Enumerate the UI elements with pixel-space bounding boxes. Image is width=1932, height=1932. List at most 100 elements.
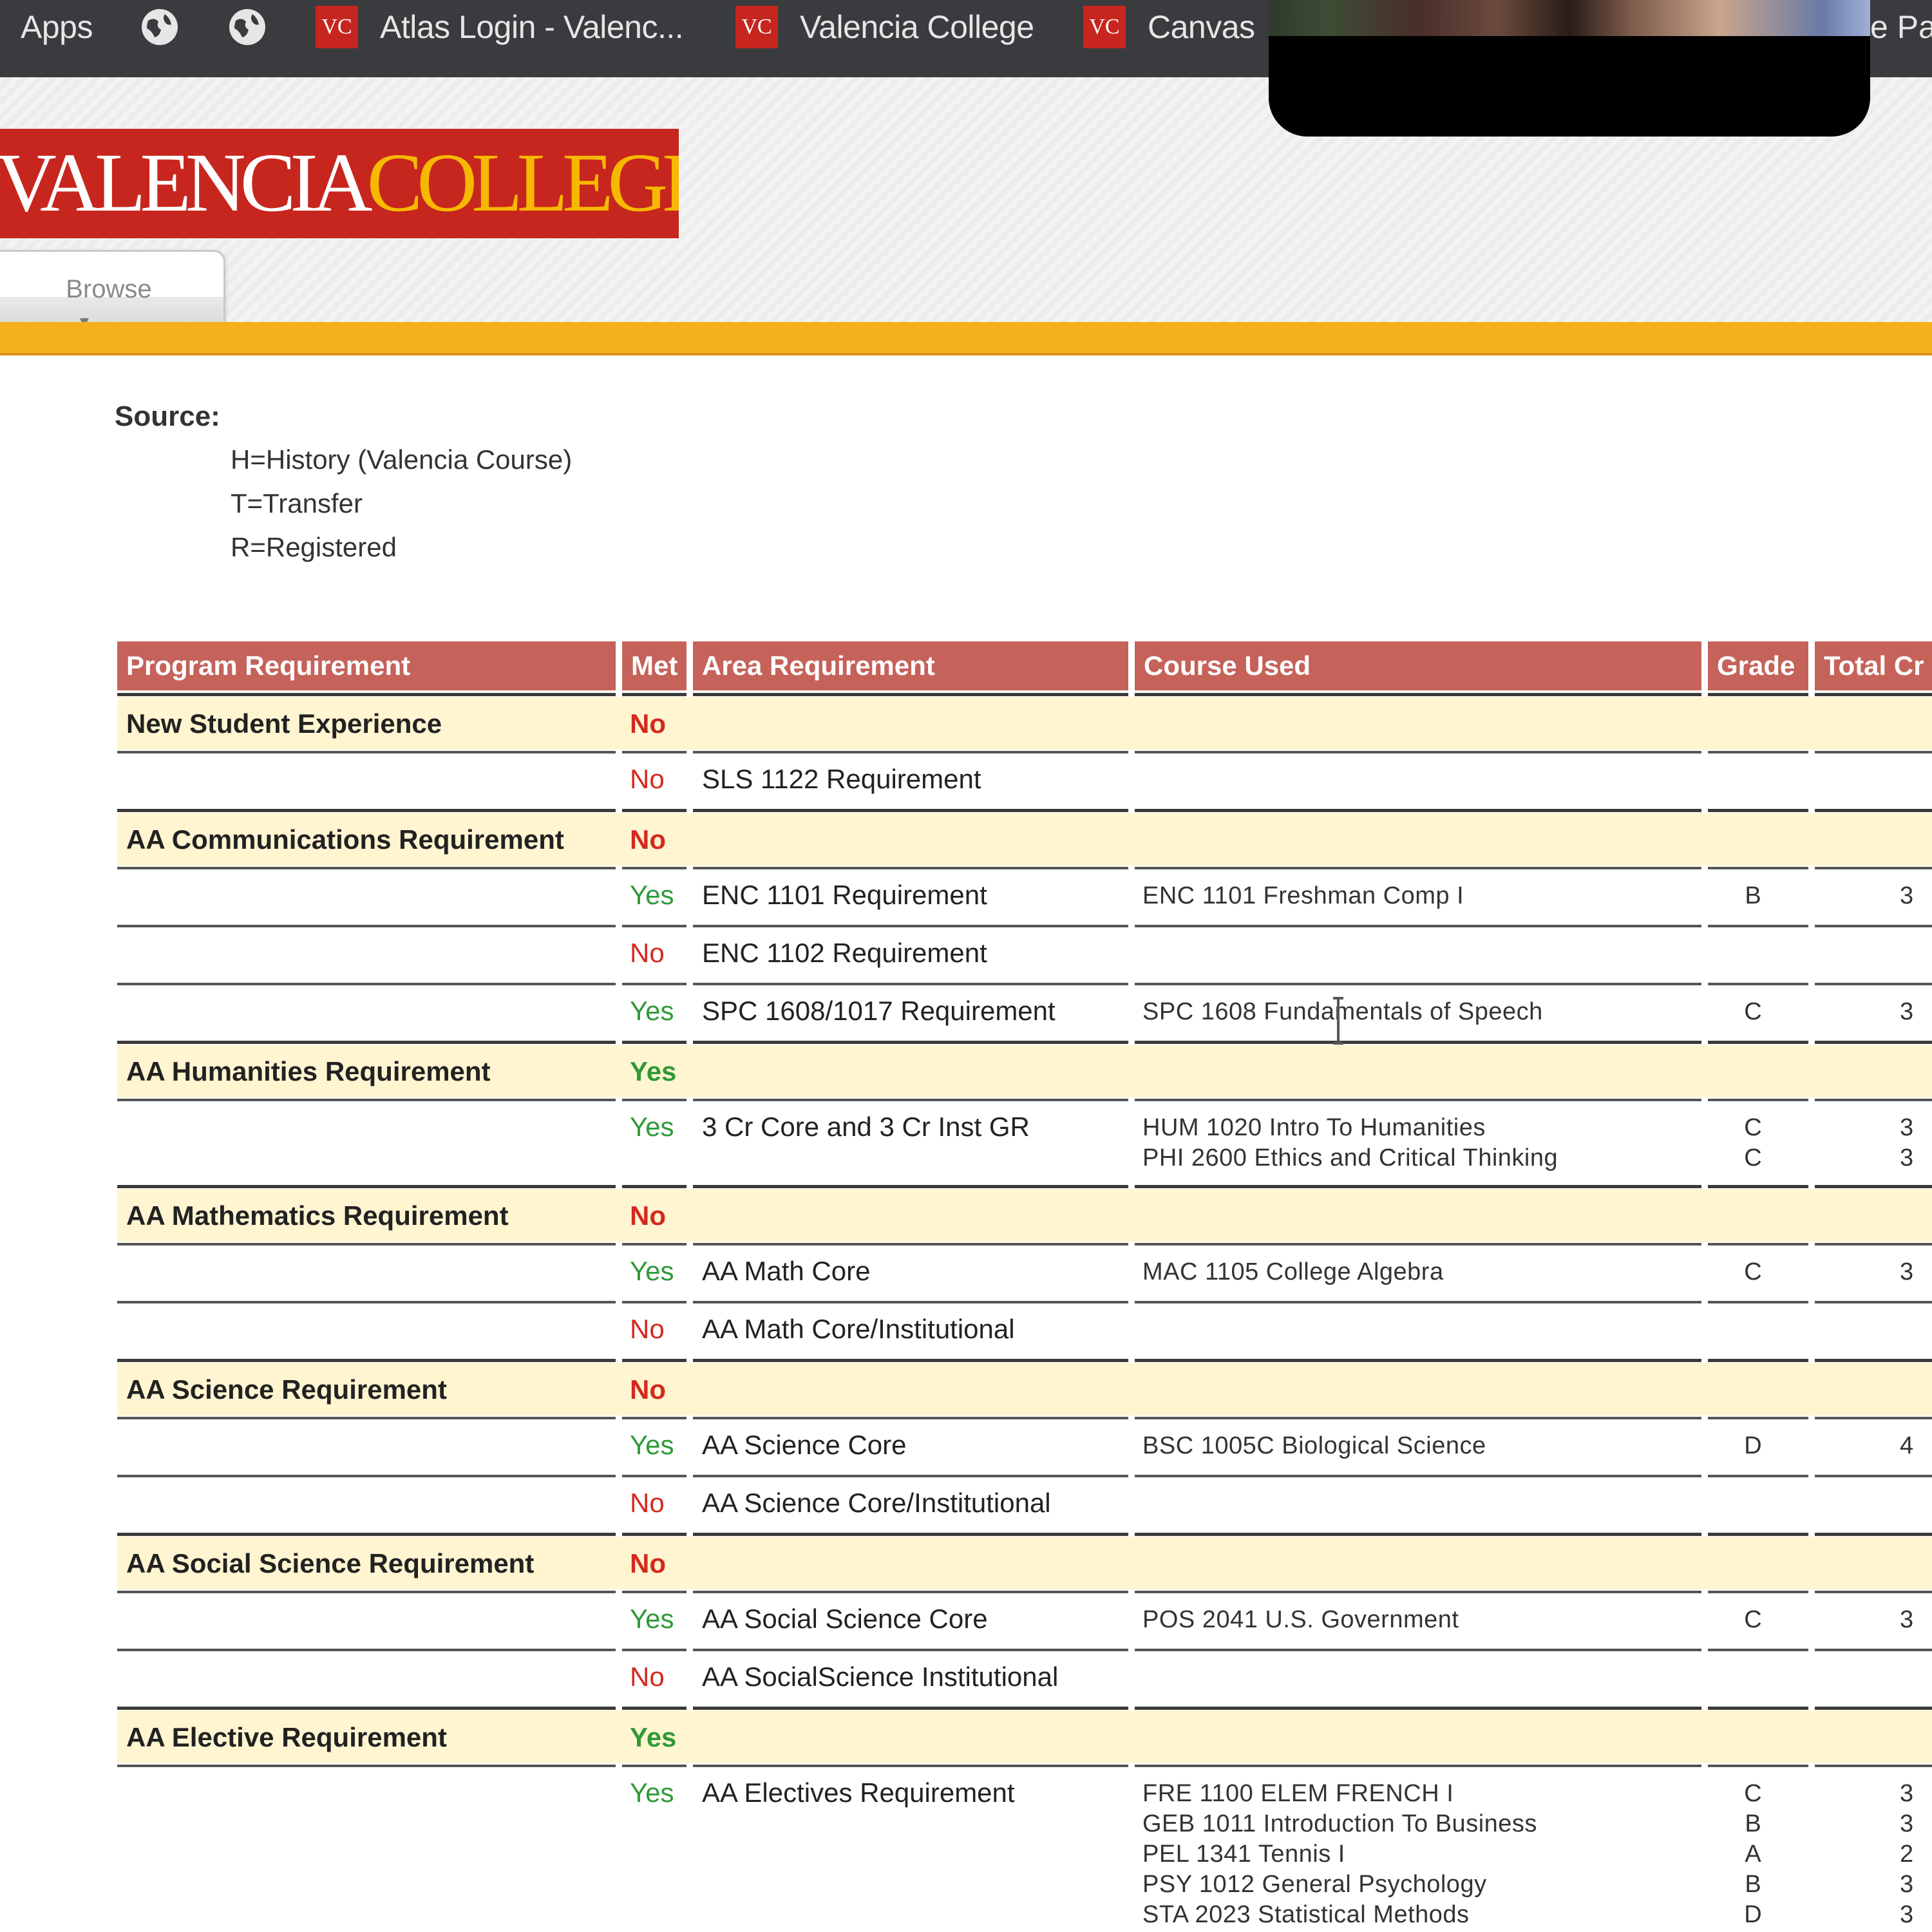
area-requirement-name: SLS 1122 Requirement <box>702 764 981 794</box>
bookmark-canvas[interactable]: VC Canvas <box>1083 0 1255 54</box>
course-credits: 3 <box>1900 1606 1914 1633</box>
row-divider <box>117 1359 616 1362</box>
row-divider <box>622 1765 687 1767</box>
row-divider <box>1135 693 1701 696</box>
area-met-status: Yes <box>630 1604 674 1634</box>
row-divider <box>622 1359 687 1362</box>
row-divider <box>1815 1359 1932 1362</box>
apps-bookmark[interactable]: Apps <box>21 0 93 54</box>
row-divider <box>1135 1533 1701 1536</box>
course-used: MAC 1105 College Algebra <box>1142 1258 1444 1285</box>
row-divider <box>1708 1707 1808 1710</box>
row-divider <box>117 1533 616 1536</box>
course-credits: 3 <box>1900 998 1914 1025</box>
row-divider <box>622 1591 687 1593</box>
course-used: POS 2041 U.S. Government <box>1142 1606 1459 1633</box>
row-divider <box>1815 1099 1932 1101</box>
row-divider <box>1708 1041 1808 1044</box>
area-met-status: Yes <box>630 1777 674 1808</box>
bookmark-overflow[interactable]: e Pa <box>1870 0 1932 54</box>
course-credits: 4 <box>1900 1432 1914 1459</box>
row-divider <box>1708 1533 1808 1536</box>
source-legend-title: Source: <box>115 401 220 432</box>
row-divider <box>693 1243 1128 1245</box>
row-divider <box>622 1475 687 1477</box>
row-divider <box>1815 1765 1932 1767</box>
bookmark-valencia-college[interactable]: VC Valencia College <box>735 0 1034 54</box>
row-divider <box>693 1533 1128 1536</box>
row-divider <box>117 983 616 985</box>
row-divider <box>117 1417 616 1419</box>
row-divider <box>117 1099 616 1101</box>
row-divider <box>1135 1765 1701 1767</box>
globe-icon[interactable] <box>139 0 180 54</box>
row-divider <box>1708 1417 1808 1419</box>
course-grade: B <box>1745 1871 1761 1898</box>
area-requirement-name: AA Science Core <box>702 1430 907 1460</box>
area-met-status: Yes <box>630 880 674 910</box>
row-divider <box>1815 867 1932 869</box>
row-divider <box>1708 867 1808 869</box>
row-divider <box>117 1707 616 1710</box>
program-requirement-name: AA Communications Requirement <box>126 824 564 855</box>
row-divider <box>622 751 687 753</box>
course-credits: 3 <box>1900 1144 1914 1171</box>
row-divider <box>117 1649 616 1651</box>
course-grade: D <box>1744 1901 1762 1928</box>
row-divider <box>1815 1185 1932 1188</box>
row-divider <box>1135 1099 1701 1101</box>
row-divider <box>1135 809 1701 812</box>
row-divider <box>1815 1649 1932 1651</box>
source-legend-item: H=History (Valencia Course) <box>231 444 573 475</box>
row-divider <box>693 751 1128 753</box>
row-divider <box>693 1707 1128 1710</box>
valencia-favicon-icon: VC <box>735 6 778 48</box>
row-divider <box>622 1533 687 1536</box>
met-status: No <box>630 1200 666 1231</box>
webcam-feed <box>1269 0 1870 36</box>
row-divider <box>1815 1041 1932 1044</box>
row-divider <box>1815 925 1932 927</box>
met-status: Yes <box>630 1722 677 1752</box>
area-requirement-name: AA Social Science Core <box>702 1604 988 1634</box>
row-divider <box>1708 809 1808 812</box>
logo-text-college: COLLEGE <box>366 137 679 229</box>
program-requirement-name: AA Science Requirement <box>126 1374 447 1405</box>
course-grade: A <box>1745 1841 1761 1868</box>
row-divider <box>1135 1591 1701 1593</box>
row-divider <box>622 1099 687 1101</box>
source-legend-item: R=Registered <box>231 532 397 562</box>
row-divider <box>1135 867 1701 869</box>
row-divider <box>622 1707 687 1710</box>
row-divider <box>1815 809 1932 812</box>
course-credits: 2 <box>1900 1841 1914 1868</box>
bookmark-atlas-login[interactable]: VC Atlas Login - Valenc... <box>316 0 684 54</box>
row-divider <box>1815 1707 1932 1710</box>
column-header-course-used: Course Used <box>1135 641 1701 690</box>
area-met-status: No <box>630 1662 665 1692</box>
row-divider <box>1815 751 1932 753</box>
row-divider <box>117 1041 616 1044</box>
row-divider <box>117 925 616 927</box>
area-met-status: No <box>630 1488 665 1518</box>
column-header-grade: Grade <box>1708 641 1808 690</box>
row-divider <box>622 1301 687 1303</box>
course-grade: D <box>1744 1432 1762 1459</box>
row-divider <box>693 693 1128 696</box>
row-divider <box>117 1765 616 1767</box>
area-met-status: No <box>630 938 665 968</box>
valencia-college-logo[interactable]: VALENCIACOLLEGE <box>0 129 679 238</box>
row-divider <box>1708 1185 1808 1188</box>
row-divider <box>693 925 1128 927</box>
row-divider <box>1708 1359 1808 1362</box>
met-status: Yes <box>630 1056 677 1086</box>
row-divider <box>1708 1591 1808 1593</box>
row-divider <box>693 1099 1128 1101</box>
course-used: PEL 1341 Tennis I <box>1142 1841 1345 1868</box>
globe-icon[interactable] <box>227 0 268 54</box>
area-met-status: No <box>630 764 665 794</box>
row-divider <box>1815 1301 1932 1303</box>
course-grade: B <box>1745 882 1761 909</box>
row-divider <box>693 1359 1128 1362</box>
row-divider <box>622 1243 687 1245</box>
